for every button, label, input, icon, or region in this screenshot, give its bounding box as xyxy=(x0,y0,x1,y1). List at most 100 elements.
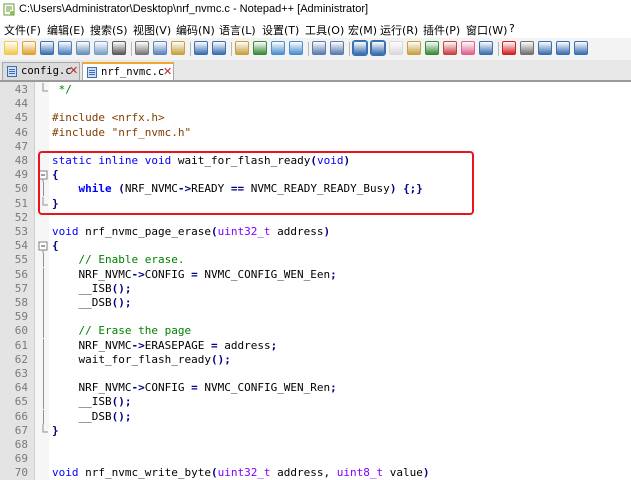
undo-icon[interactable] xyxy=(194,41,208,55)
play-macro-icon[interactable] xyxy=(538,41,552,55)
menu-item-9[interactable]: 运行(R) xyxy=(380,22,418,38)
paste-icon[interactable] xyxy=(171,41,185,55)
code-token: (); xyxy=(210,352,231,366)
code-line[interactable]: 63 xyxy=(0,367,631,381)
code-line[interactable]: 52 xyxy=(0,211,631,225)
code-line[interactable]: 58 __DSB(); xyxy=(0,296,631,310)
line-number: 43 xyxy=(14,83,28,96)
close-icon[interactable]: ✕ xyxy=(69,64,78,78)
line-number: 51 xyxy=(14,196,28,210)
save-icon[interactable] xyxy=(40,41,54,55)
fold-toggle-icon[interactable] xyxy=(37,239,49,254)
code-line[interactable]: 53 void nrf_nvmc_page_erase(uint32_t addr… xyxy=(0,225,631,239)
code-token: "nrf_nvmc.h" xyxy=(111,125,192,139)
user-language-icon[interactable] xyxy=(407,41,421,55)
code-token: ; xyxy=(330,267,337,281)
code-line[interactable]: 70 void nrf_nvmc_write_byte(uint32_t addr… xyxy=(0,466,631,480)
fold-toggle-icon[interactable] xyxy=(37,168,49,183)
menu-item-11[interactable]: 窗口(W) xyxy=(466,22,507,38)
code-line[interactable]: 48 static inline void wait_for_flash_read… xyxy=(0,154,631,168)
menu-item-7[interactable]: 工具(O) xyxy=(305,22,344,38)
menu-item-12[interactable]: ? xyxy=(509,22,515,35)
code-token: = xyxy=(210,338,218,352)
record-macro-icon[interactable] xyxy=(502,41,516,55)
code-line[interactable]: 61 NRF_NVMC->ERASEPAGE = address; xyxy=(0,338,631,353)
code-line[interactable]: 47 xyxy=(0,140,631,154)
menu-item-6[interactable]: 设置(T) xyxy=(262,22,299,38)
code-token: wait_for_flash_ready xyxy=(171,154,311,167)
zoom-in-icon[interactable] xyxy=(271,41,285,55)
redo-icon[interactable] xyxy=(212,41,226,55)
code-line[interactable]: 65 __ISB(); xyxy=(0,395,631,410)
line-number: 55 xyxy=(14,253,28,267)
line-number: 52 xyxy=(14,210,28,224)
sync-vertical-icon[interactable] xyxy=(312,41,326,55)
cut-icon[interactable] xyxy=(135,41,149,55)
line-number: 68 xyxy=(14,438,28,451)
sync-horizontal-icon[interactable] xyxy=(330,41,344,55)
code-line[interactable]: 59 xyxy=(0,310,631,325)
code-line[interactable]: 56 NRF_NVMC->CONFIG = NVMC_CONFIG_WEN_Ee… xyxy=(0,267,631,282)
show-all-chars-icon[interactable] xyxy=(370,40,386,56)
code-token: wait_for_flash_ready xyxy=(52,352,211,366)
copy-icon[interactable] xyxy=(153,41,167,55)
menu-item-1[interactable]: 编辑(E) xyxy=(47,22,85,38)
menu-item-8[interactable]: 宏(M) xyxy=(348,22,377,38)
line-number: 66 xyxy=(14,409,28,423)
code-line[interactable]: 67} xyxy=(0,423,631,438)
code-line[interactable]: 64 NRF_NVMC->CONFIG = NVMC_CONFIG_WEN_Re… xyxy=(0,381,631,396)
zoom-out-icon[interactable] xyxy=(289,41,303,55)
menu-item-10[interactable]: 插件(P) xyxy=(423,22,460,38)
folder-workspace-icon[interactable] xyxy=(461,41,475,55)
find-icon[interactable] xyxy=(235,41,249,55)
print-icon[interactable] xyxy=(112,41,126,55)
code-line[interactable]: 44 xyxy=(0,97,631,111)
code-token: } xyxy=(52,196,59,210)
replace-icon[interactable] xyxy=(253,41,267,55)
code-line[interactable]: 66 __DSB(); xyxy=(0,409,631,424)
code-line[interactable]: 49 { xyxy=(0,168,631,183)
menu-item-2[interactable]: 搜索(S) xyxy=(90,22,128,38)
toolbar-separator xyxy=(190,42,191,56)
menu-item-5[interactable]: 语言(L) xyxy=(219,22,256,38)
code-token: ERASEPAGE xyxy=(144,338,211,352)
close-icon[interactable] xyxy=(76,41,90,55)
code-token: address xyxy=(270,225,324,238)
code-line[interactable]: 57 __ISB(); xyxy=(0,281,631,296)
line-number: 49 xyxy=(14,168,28,182)
new-file-icon[interactable] xyxy=(4,41,18,55)
code-line[interactable]: 51} xyxy=(0,196,631,211)
code-editor[interactable]: 43 */44 45 #include <nrfx.h> 46 #include "nr… xyxy=(0,82,631,480)
save-all-icon[interactable] xyxy=(58,41,72,55)
code-line[interactable]: 68 xyxy=(0,438,631,452)
function-list-icon[interactable] xyxy=(443,41,457,55)
code-line[interactable]: 45 #include <nrfx.h> xyxy=(0,111,631,125)
code-line[interactable]: 46 #include "nrf_nvmc.h" xyxy=(0,126,631,140)
code-line[interactable]: 50 while (NRF_NVMC->READY == NVMC_READY_… xyxy=(0,182,631,197)
code-token: ( xyxy=(210,225,218,238)
stop-record-icon[interactable] xyxy=(520,41,534,55)
save-macro-icon[interactable] xyxy=(574,41,588,55)
doc-map-icon[interactable] xyxy=(425,41,439,55)
menu-item-4[interactable]: 编码(N) xyxy=(176,22,215,38)
line-number: 57 xyxy=(14,281,28,295)
code-line[interactable]: 62 wait_for_flash_ready(); xyxy=(0,352,631,367)
tab-config-c[interactable]: config.c ✕ xyxy=(2,62,80,80)
code-line[interactable]: 60 // Erase the page xyxy=(0,324,631,339)
code-line[interactable]: 69 xyxy=(0,452,631,466)
code-line[interactable]: 43 */ xyxy=(0,83,631,97)
word-wrap-icon[interactable] xyxy=(352,40,368,56)
monitor-icon[interactable] xyxy=(479,41,493,55)
tab-label: config.c xyxy=(21,65,72,77)
open-file-icon[interactable] xyxy=(22,41,36,55)
menu-item-3[interactable]: 视图(V) xyxy=(133,22,171,38)
code-text: #include "nrf_nvmc.h" xyxy=(52,126,191,140)
code-line[interactable]: 54 { xyxy=(0,239,631,254)
code-line[interactable]: 55 // Enable erase. xyxy=(0,253,631,268)
tab-nrf-nvmc-c[interactable]: nrf_nvmc.c ✕ xyxy=(82,62,174,80)
indent-guide-icon[interactable] xyxy=(389,41,403,55)
close-icon[interactable]: ✕ xyxy=(163,65,172,79)
close-all-icon[interactable] xyxy=(94,41,108,55)
menu-item-0[interactable]: 文件(F) xyxy=(4,22,41,38)
run-macro-multiple-icon[interactable] xyxy=(556,41,570,55)
